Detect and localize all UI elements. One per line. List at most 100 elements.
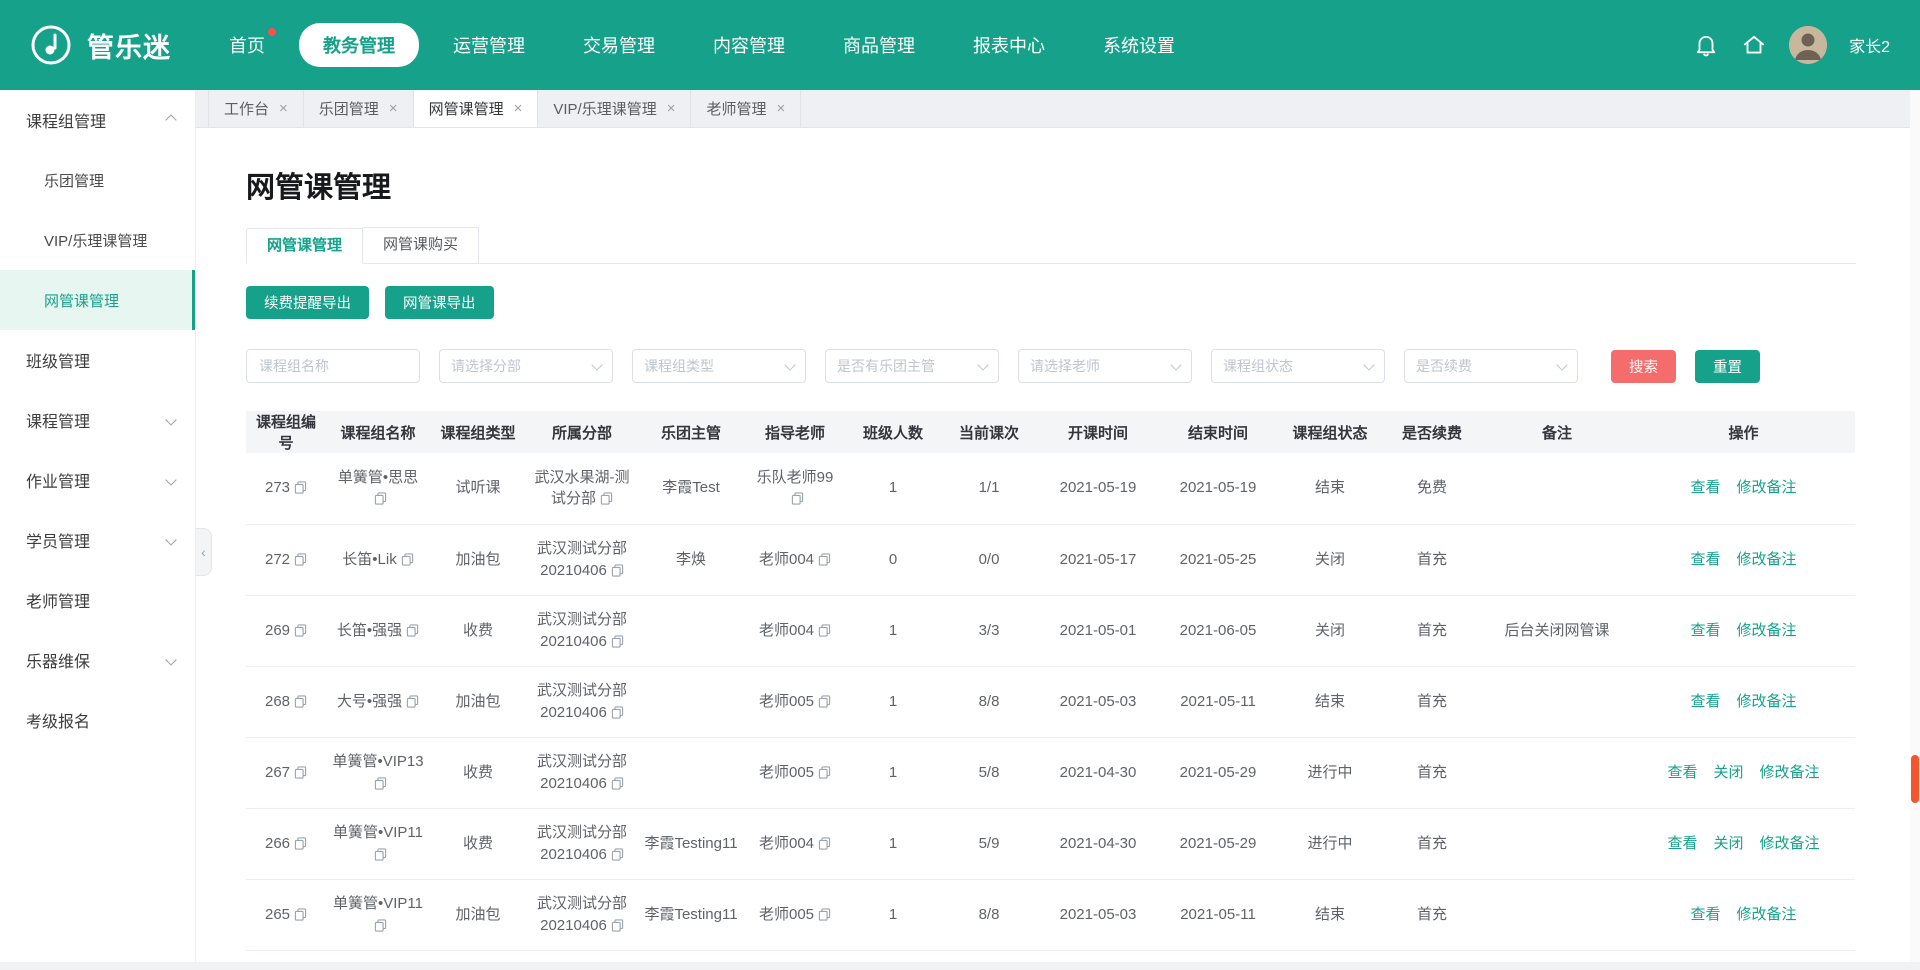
export-renew-reminder-button[interactable]: 续费提醒导出: [246, 286, 369, 319]
tab-label: 老师管理: [706, 98, 766, 119]
close-icon[interactable]: ×: [389, 101, 398, 116]
copy-icon[interactable]: [818, 551, 831, 564]
copy-icon[interactable]: [374, 917, 387, 930]
action-edit-remark[interactable]: 修改备注: [1737, 622, 1797, 639]
cell-start-date: 2021-05-19: [1038, 453, 1158, 524]
close-icon[interactable]: ×: [279, 101, 288, 116]
copy-icon[interactable]: [611, 775, 624, 788]
sidebar-item-vip-theory-course[interactable]: VIP/乐理课管理: [0, 210, 195, 270]
copy-icon[interactable]: [294, 479, 307, 492]
nav-trade-management[interactable]: 交易管理: [559, 23, 679, 67]
nav-goods-management[interactable]: 商品管理: [819, 23, 939, 67]
export-online-course-button[interactable]: 网管课导出: [385, 286, 494, 319]
vertical-scrollbar-track[interactable]: [1910, 90, 1920, 962]
copy-icon[interactable]: [818, 622, 831, 635]
select-course-group-type[interactable]: 课程组类型: [632, 349, 806, 383]
sidebar-item-course-management[interactable]: 课程管理: [0, 390, 195, 450]
action-close[interactable]: 关闭: [1713, 764, 1743, 781]
reset-button[interactable]: 重置: [1695, 350, 1760, 383]
vertical-scrollbar-thumb[interactable]: [1911, 755, 1919, 803]
sidebar-item-homework-management[interactable]: 作业管理: [0, 450, 195, 510]
close-icon[interactable]: ×: [667, 101, 676, 116]
sidebar-item-exam-registration[interactable]: 考级报名: [0, 690, 195, 750]
subtab-online-course-management[interactable]: 网管课管理: [246, 228, 363, 264]
brand[interactable]: 管乐迷: [0, 22, 171, 68]
copy-icon[interactable]: [374, 775, 387, 788]
tab-online-course-management[interactable]: 网管课管理×: [413, 90, 538, 127]
nav-operations-management[interactable]: 运营管理: [429, 23, 549, 67]
sidebar-item-instrument-maintenance[interactable]: 乐器维保: [0, 630, 195, 690]
copy-icon[interactable]: [818, 835, 831, 848]
copy-icon[interactable]: [374, 846, 387, 859]
search-button[interactable]: 搜索: [1611, 350, 1676, 383]
copy-icon[interactable]: [611, 633, 624, 646]
copy-icon[interactable]: [818, 764, 831, 777]
sidebar-item-class-management[interactable]: 班级管理: [0, 330, 195, 390]
copy-icon[interactable]: [406, 693, 419, 706]
copy-icon[interactable]: [294, 622, 307, 635]
copy-icon[interactable]: [294, 693, 307, 706]
home-icon[interactable]: [1741, 32, 1767, 58]
select-course-group-status[interactable]: 课程组状态: [1211, 349, 1385, 383]
copy-icon[interactable]: [294, 835, 307, 848]
copy-icon[interactable]: [294, 551, 307, 564]
nav-content-management[interactable]: 内容管理: [689, 23, 809, 67]
action-view[interactable]: 查看: [1667, 835, 1697, 852]
user-avatar[interactable]: [1789, 26, 1827, 64]
copy-icon[interactable]: [611, 846, 624, 859]
action-edit-remark[interactable]: 修改备注: [1760, 764, 1820, 781]
cell-current-lesson: 1/1: [940, 453, 1038, 524]
select-teacher[interactable]: 请选择老师: [1018, 349, 1192, 383]
close-icon[interactable]: ×: [776, 101, 785, 116]
close-icon[interactable]: ×: [514, 101, 523, 116]
sidebar-item-online-course-management[interactable]: 网管课管理: [0, 270, 195, 330]
copy-icon[interactable]: [294, 906, 307, 919]
sidebar-item-band-management[interactable]: 乐团管理: [0, 150, 195, 210]
sidebar-collapse-handle[interactable]: ‹: [196, 528, 212, 576]
sidebar-item-teacher-management[interactable]: 老师管理: [0, 570, 195, 630]
copy-icon[interactable]: [374, 490, 387, 503]
page-title: 网管课管理: [246, 164, 1856, 206]
nav-report-center[interactable]: 报表中心: [949, 23, 1069, 67]
action-view[interactable]: 查看: [1690, 693, 1720, 710]
user-name[interactable]: 家长2: [1849, 33, 1890, 57]
tab-workbench[interactable]: 工作台×: [208, 90, 303, 127]
select-has-band-manager[interactable]: 是否有乐团主管: [825, 349, 999, 383]
copy-icon[interactable]: [611, 704, 624, 717]
nav-system-settings[interactable]: 系统设置: [1079, 23, 1199, 67]
copy-icon[interactable]: [611, 562, 624, 575]
action-view[interactable]: 查看: [1690, 622, 1720, 639]
nav-dashboard[interactable]: 首页: [205, 23, 289, 67]
tab-vip-theory-management[interactable]: VIP/乐理课管理×: [537, 90, 690, 127]
action-view[interactable]: 查看: [1690, 551, 1720, 568]
tab-band-management[interactable]: 乐团管理×: [303, 90, 413, 127]
sidebar-item-course-group-management[interactable]: 课程组管理: [0, 90, 195, 150]
action-edit-remark[interactable]: 修改备注: [1737, 693, 1797, 710]
action-edit-remark[interactable]: 修改备注: [1737, 906, 1797, 923]
subtab-online-course-purchase[interactable]: 网管课购买: [363, 227, 479, 263]
action-edit-remark[interactable]: 修改备注: [1760, 835, 1820, 852]
tab-teacher-management[interactable]: 老师管理 ×: [690, 90, 801, 127]
nav-academic-management[interactable]: 教务管理: [299, 23, 419, 67]
chevron-down-icon: [165, 414, 176, 425]
copy-icon[interactable]: [294, 764, 307, 777]
action-close[interactable]: 关闭: [1713, 835, 1743, 852]
action-view[interactable]: 查看: [1667, 764, 1697, 781]
action-view[interactable]: 查看: [1690, 906, 1720, 923]
action-edit-remark[interactable]: 修改备注: [1737, 479, 1797, 496]
copy-icon[interactable]: [611, 917, 624, 930]
select-branch[interactable]: 请选择分部: [439, 349, 613, 383]
copy-icon[interactable]: [406, 622, 419, 635]
action-view[interactable]: 查看: [1690, 479, 1720, 496]
horizontal-scrollbar-track[interactable]: [0, 962, 1920, 970]
copy-icon[interactable]: [600, 490, 613, 503]
select-renew-status[interactable]: 是否续费: [1404, 349, 1578, 383]
course-group-name-input[interactable]: [246, 349, 420, 383]
action-edit-remark[interactable]: 修改备注: [1737, 551, 1797, 568]
notification-bell-icon[interactable]: [1693, 32, 1719, 58]
copy-icon[interactable]: [818, 906, 831, 919]
copy-icon[interactable]: [791, 490, 804, 503]
copy-icon[interactable]: [401, 551, 414, 564]
copy-icon[interactable]: [818, 693, 831, 706]
sidebar-item-student-management[interactable]: 学员管理: [0, 510, 195, 570]
